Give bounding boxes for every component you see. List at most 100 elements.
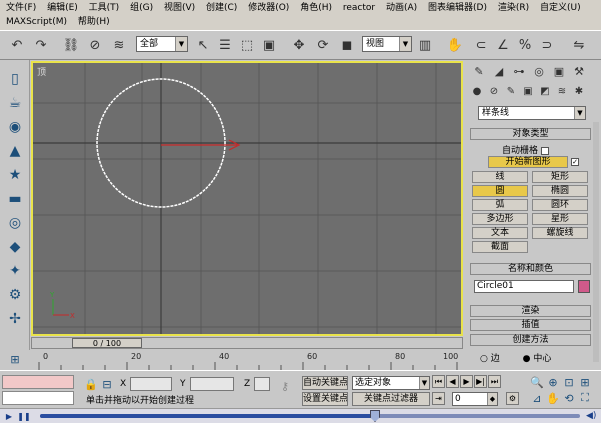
teapot-icon[interactable]: ☕ (4, 92, 26, 114)
start-new-shape-check[interactable]: ✓ (571, 157, 579, 166)
menu-file[interactable]: 文件(F) (2, 1, 40, 15)
menu-views[interactable]: 视图(V) (160, 1, 199, 15)
menu-customize[interactable]: 自定义(U) (536, 1, 585, 15)
previous-frame-icon[interactable]: ◀ (446, 375, 459, 388)
arc-rotate-icon[interactable]: ⟲ (562, 391, 576, 405)
select-object-icon[interactable]: ↖ (192, 34, 214, 56)
modify-tab-icon[interactable]: ◢ (490, 62, 508, 80)
menu-reactor[interactable]: reactor (339, 1, 379, 15)
category-dropdown[interactable]: 样条线 ▼ (478, 106, 586, 120)
cylinder-icon[interactable]: ▯ (4, 68, 26, 90)
shapes-icon[interactable]: ⊘ (487, 84, 501, 98)
zoom-all-icon[interactable]: ⊕ (546, 375, 560, 389)
spacewarps-icon[interactable]: ≋ (555, 84, 569, 98)
menu-graph-editors[interactable]: 图表编辑器(D) (424, 1, 491, 15)
rendering-rollout-title[interactable]: 渲染 (470, 305, 591, 317)
sphere-icon[interactable]: ◉ (4, 116, 26, 138)
zoom-extents-all-icon[interactable]: ⊞ (578, 375, 592, 389)
helix-button[interactable]: 螺旋线 (532, 227, 588, 239)
play-icon[interactable]: ▶ (3, 411, 15, 422)
geometry-icon[interactable]: ● (470, 84, 484, 98)
time-slider[interactable]: 0 / 100 (72, 338, 142, 348)
scale-icon[interactable]: ◼ (336, 34, 358, 56)
motion-tab-icon[interactable]: ◎ (530, 62, 548, 80)
cone-icon[interactable]: ▲ (4, 140, 26, 162)
line-button[interactable]: 线 (472, 171, 528, 183)
gear-icon[interactable]: ⚙ (4, 284, 26, 306)
menu-edit[interactable]: 编辑(E) (43, 1, 82, 15)
percent-snap-icon[interactable]: % (514, 34, 536, 56)
zoom-extents-icon[interactable]: ⊡ (562, 375, 576, 389)
window-crossing-icon[interactable]: ▣ (258, 34, 280, 56)
create-tab-icon[interactable]: ✎ (470, 62, 488, 80)
plane-icon[interactable]: ◆ (4, 236, 26, 258)
unlink-icon[interactable]: ⊘ (84, 34, 106, 56)
menu-rendering[interactable]: 渲染(R) (494, 1, 533, 15)
ellipse-button[interactable]: 椭圆 (532, 185, 588, 197)
edge-radio[interactable]: ○ 边 (480, 354, 500, 364)
center-radio[interactable]: ● 中心 (523, 354, 552, 364)
mirror-icon[interactable]: ⇋ (568, 34, 590, 56)
hierarchy-tab-icon[interactable]: ⊶ (510, 62, 528, 80)
menu-help[interactable]: 帮助(H) (74, 15, 114, 29)
time-slider-bar[interactable]: 0 / 100 (31, 337, 463, 349)
object-color-swatch[interactable] (578, 280, 590, 293)
menu-animation[interactable]: 动画(A) (382, 1, 421, 15)
auto-grid-box[interactable] (541, 146, 550, 155)
progress-knob[interactable] (370, 410, 380, 422)
current-frame-field[interactable]: 0 ◆ (452, 392, 498, 406)
pan-icon[interactable]: ✋ (546, 391, 560, 405)
arc-button[interactable]: 弧 (472, 199, 528, 211)
maximize-viewport-icon[interactable]: ⛶ (578, 391, 592, 405)
y-coord-field[interactable] (190, 377, 234, 391)
circle-button[interactable]: 圆 (472, 185, 528, 197)
star-button[interactable]: 星形 (532, 213, 588, 225)
maxscript-listener-field[interactable] (2, 375, 74, 389)
menu-modifiers[interactable]: 修改器(O) (244, 1, 293, 15)
key-mode-icon[interactable]: ⇥ (432, 392, 445, 405)
box-icon[interactable]: ▬ (4, 188, 26, 210)
zoom-icon[interactable]: 🔍 (530, 375, 544, 389)
auto-grid-checkbox[interactable]: 自动栅格 (502, 143, 550, 156)
lights-icon[interactable]: ✎ (504, 84, 518, 98)
utilities-tab-icon[interactable]: ⚒ (570, 62, 588, 80)
object-type-rollout-title[interactable]: 对象类型 (470, 128, 591, 140)
snap-toggle-icon[interactable]: ⊂ (470, 34, 492, 56)
mini-curve-editor-icon[interactable]: ⊞ (8, 352, 22, 366)
systems-icon[interactable]: ✱ (572, 84, 586, 98)
star-icon[interactable]: ★ (4, 164, 26, 186)
redo-icon[interactable]: ↷ (30, 34, 52, 56)
section-button[interactable]: 截面 (472, 241, 528, 253)
menu-tools[interactable]: 工具(T) (85, 1, 124, 15)
menu-maxscript[interactable]: MAXScript(M) (2, 15, 71, 29)
object-name-field[interactable]: Circle01 (474, 280, 574, 293)
donut-button[interactable]: 圆环 (532, 199, 588, 211)
menu-group[interactable]: 组(G) (126, 1, 157, 15)
field-of-view-icon[interactable]: ⊿ (530, 391, 544, 405)
start-new-shape-row[interactable]: 开始新图形 ✓ (488, 156, 579, 168)
reference-coordinate-dropdown[interactable]: 视图 ▼ (362, 36, 412, 52)
lock-selection-icon[interactable]: 🔒 (84, 377, 98, 391)
select-link-icon[interactable]: ⛓ (60, 34, 82, 56)
start-new-shape-button[interactable]: 开始新图形 (488, 156, 568, 168)
auto-key-button[interactable]: 自动关键点 (302, 376, 348, 390)
spinner-snap-icon[interactable]: ⊃ (536, 34, 558, 56)
go-to-start-icon[interactable]: ⏮ (432, 375, 445, 388)
pivot-center-icon[interactable]: ▥ (414, 34, 436, 56)
text-button[interactable]: 文本 (472, 227, 528, 239)
creation-method-rollout-title[interactable]: 创建方法 (470, 334, 591, 346)
light-icon[interactable]: ✦ (4, 260, 26, 282)
rectangle-button[interactable]: 矩形 (532, 171, 588, 183)
top-viewport[interactable]: Y X 顶 (31, 61, 463, 336)
tube-icon[interactable]: ◎ (4, 212, 26, 234)
key-filters-button[interactable]: 关键点过滤器 (352, 392, 430, 406)
helper-icon[interactable]: ✢ (4, 308, 26, 330)
x-coord-field[interactable] (130, 377, 172, 391)
maxscript-mini-field[interactable] (2, 391, 74, 405)
volume-icon[interactable]: ◀) (586, 411, 596, 421)
undo-icon[interactable]: ↶ (6, 34, 28, 56)
progress-track[interactable] (40, 410, 580, 422)
go-to-end-icon[interactable]: ⏭ (488, 375, 501, 388)
z-coord-field[interactable] (254, 377, 270, 391)
move-icon[interactable]: ✥ (288, 34, 310, 56)
